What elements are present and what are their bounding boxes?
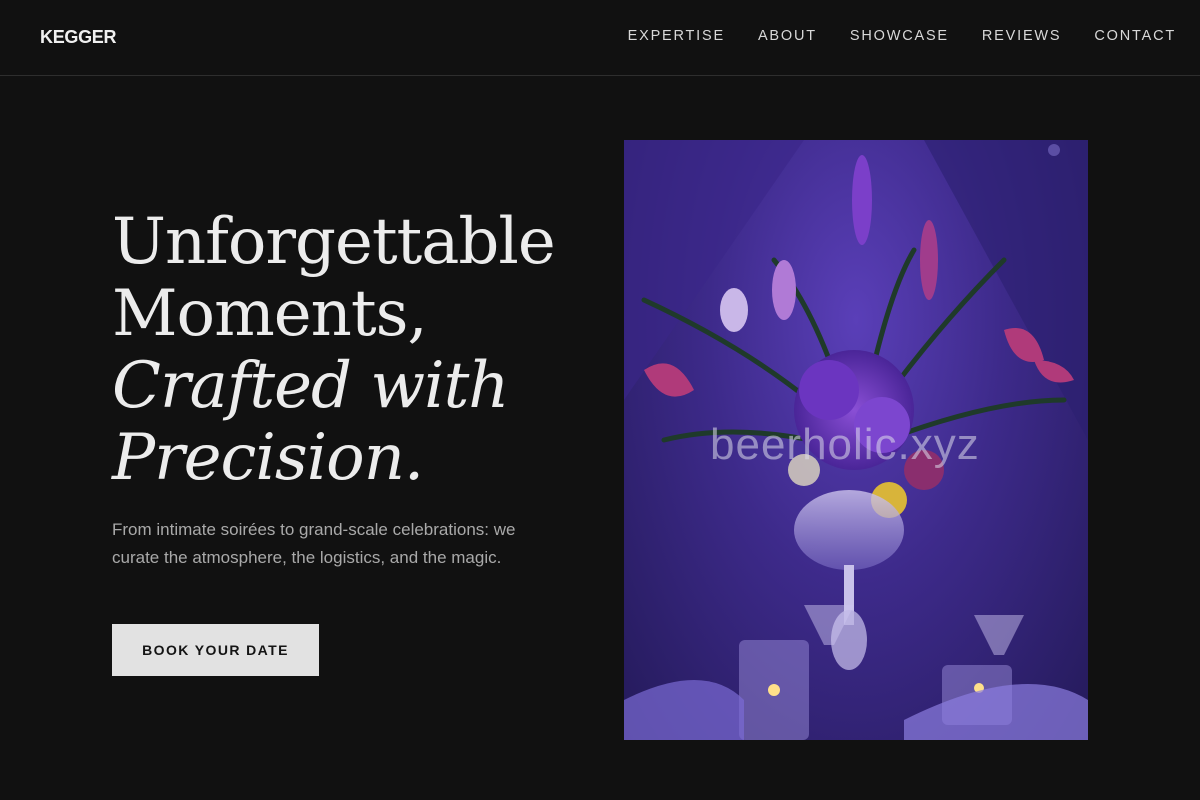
hero-photo: beerholic.xyz <box>624 140 1088 740</box>
nav-link-expertise[interactable]: EXPERTISE <box>628 28 725 44</box>
watermark-text: beerholic.xyz <box>710 420 980 469</box>
nav-link-showcase[interactable]: SHOWCASE <box>850 28 949 44</box>
hero-headline: Unforgettable Moments, Crafted with Prec… <box>112 205 556 495</box>
nav-link-contact[interactable]: CONTACT <box>1094 28 1176 44</box>
brand-logo[interactable]: KEGGER <box>40 27 117 48</box>
headline-line-2: Moments, <box>112 277 428 351</box>
headline-line-1: Unforgettable <box>112 205 556 279</box>
headline-line-3: Crafted with <box>112 349 509 423</box>
top-nav: KEGGER EXPERTISE ABOUT SHOWCASE REVIEWS … <box>0 0 1200 76</box>
headline-line-4: Precision. <box>112 421 424 495</box>
book-your-date-button[interactable]: BOOK YOUR DATE <box>112 624 319 676</box>
nav-link-about[interactable]: ABOUT <box>758 28 817 44</box>
nav-link-reviews[interactable]: REVIEWS <box>982 28 1061 44</box>
nav-menu: EXPERTISE ABOUT SHOWCASE REVIEWS CONTACT <box>628 28 1176 44</box>
hero-subtext: From intimate soirées to grand-scale cel… <box>112 520 516 567</box>
